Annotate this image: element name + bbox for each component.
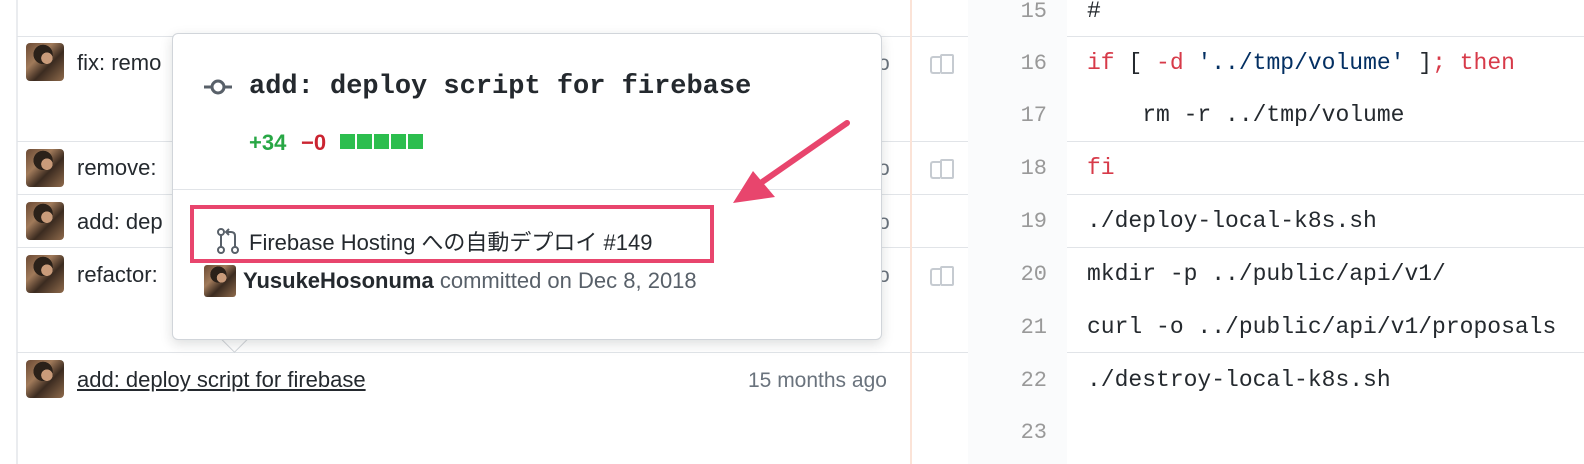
git-commit-icon — [204, 79, 232, 95]
reblame-icon[interactable] — [930, 52, 956, 74]
code-line: # — [1087, 0, 1101, 24]
pull-request-icon — [217, 228, 239, 254]
highlighted-pr-link[interactable]: Firebase Hosting への自動デプロイ #149 — [190, 205, 714, 263]
line-number[interactable]: 19 — [967, 209, 1047, 234]
deletions-count: −0 — [301, 130, 327, 155]
code-line: if [ -d '../tmp/volume' ]; then — [1087, 50, 1515, 76]
author-avatar[interactable] — [26, 149, 64, 187]
code-line: rm -r ../tmp/volume — [1087, 102, 1405, 128]
line-number[interactable]: 17 — [967, 103, 1047, 128]
commit-message-link[interactable]: add: deploy script for firebase — [77, 367, 366, 393]
diffstat-block — [340, 134, 355, 149]
line-number[interactable]: 23 — [967, 420, 1047, 445]
author-avatar[interactable] — [26, 43, 64, 81]
code-line: ./deploy-local-k8s.sh — [1087, 208, 1377, 234]
reblame-icon[interactable] — [930, 157, 956, 179]
hovercard-commit-title[interactable]: add: deploy script for firebase — [249, 72, 751, 102]
code-line: fi — [1087, 155, 1115, 181]
diffstat-bar — [340, 134, 425, 150]
committed-date: committed on Dec 8, 2018 — [439, 268, 697, 293]
commit-message-link[interactable]: remove: — [77, 155, 156, 181]
line-number[interactable]: 15 — [967, 0, 1047, 24]
author-name-link[interactable]: YusukeHosonuma — [243, 268, 434, 293]
additions-count: +34 — [249, 130, 287, 155]
reblame-icon[interactable] — [930, 264, 956, 286]
code-line: mkdir -p ../public/api/v1/ — [1087, 261, 1446, 287]
line-number[interactable]: 22 — [967, 368, 1047, 393]
line-number[interactable]: 20 — [967, 262, 1047, 287]
author-avatar[interactable] — [26, 202, 64, 240]
blame-gutter-border — [16, 0, 18, 464]
row-divider — [17, 352, 1584, 353]
annotation-arrow-icon — [733, 120, 850, 203]
blame-code-separator — [910, 0, 912, 464]
line-number[interactable]: 21 — [967, 315, 1047, 340]
diffstat-block — [408, 134, 423, 149]
pull-request-link[interactable]: Firebase Hosting への自動デプロイ #149 — [249, 225, 652, 257]
author-avatar[interactable] — [26, 255, 64, 293]
diffstat-block — [357, 134, 372, 149]
commit-author-line: YusukeHosonuma committed on Dec 8, 2018 — [243, 268, 697, 294]
author-avatar[interactable] — [204, 265, 236, 297]
line-number[interactable]: 18 — [967, 156, 1047, 181]
diffstat-block — [391, 134, 406, 149]
author-avatar[interactable] — [26, 360, 64, 398]
commit-message-link[interactable]: fix: remo — [77, 50, 161, 76]
commit-message-link[interactable]: add: dep — [77, 209, 163, 235]
diffstat-block — [374, 134, 389, 149]
line-number[interactable]: 16 — [967, 51, 1047, 76]
code-line: ./destroy-local-k8s.sh — [1087, 367, 1391, 393]
commit-age: 15 months ago — [748, 369, 887, 392]
code-line: curl -o ../public/api/v1/proposals — [1087, 314, 1557, 340]
commit-message-link[interactable]: refactor: — [77, 262, 158, 288]
